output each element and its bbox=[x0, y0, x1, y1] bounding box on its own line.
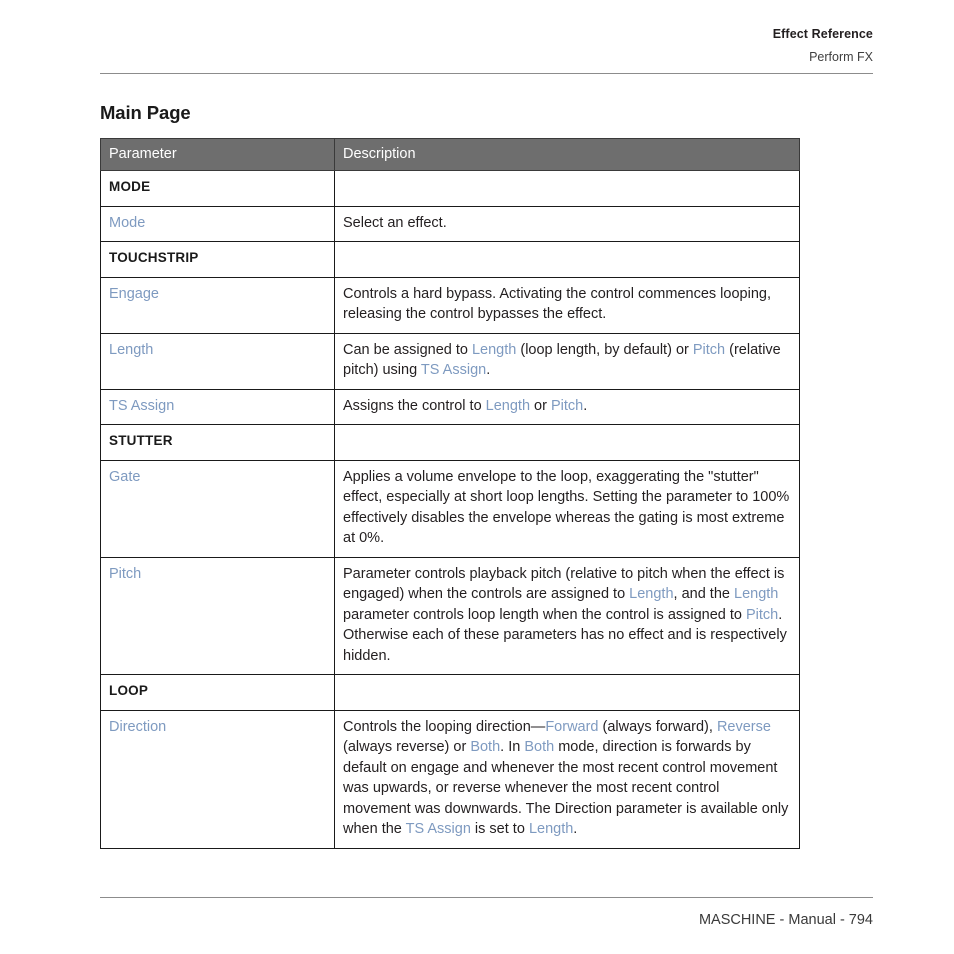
column-header-parameter: Parameter bbox=[100, 138, 335, 171]
parameter-name[interactable]: Pitch bbox=[100, 556, 335, 675]
parameter-name[interactable]: TS Assign bbox=[100, 388, 335, 425]
parameter-description: Applies a volume envelope to the loop, e… bbox=[334, 459, 800, 558]
cross-reference-link[interactable]: Length bbox=[529, 821, 573, 837]
cross-reference-link[interactable]: TS Assign bbox=[406, 821, 471, 837]
footer-text: MASCHINE - Manual - 794 bbox=[698, 912, 873, 928]
document-page: Effect Reference Perform FX Main Page Pa… bbox=[0, 0, 954, 954]
parameter-description bbox=[334, 424, 800, 461]
running-header: Effect Reference Perform FX bbox=[100, 26, 873, 65]
section-label: TOUCHSTRIP bbox=[100, 241, 335, 278]
footer-divider bbox=[100, 897, 873, 898]
parameter-description bbox=[334, 170, 800, 207]
parameter-description: Parameter controls playback pitch (relat… bbox=[334, 556, 800, 675]
cross-reference-link[interactable]: Both bbox=[524, 739, 554, 755]
table-row: Length Can be assigned to Length (loop le… bbox=[100, 332, 800, 390]
parameter-description bbox=[334, 674, 800, 711]
parameter-name[interactable]: Mode bbox=[100, 205, 335, 242]
cross-reference-link[interactable]: Length bbox=[734, 586, 778, 602]
header-divider bbox=[100, 73, 873, 74]
table-row: Mode Select an effect. bbox=[100, 205, 800, 242]
cross-reference-link[interactable]: Length bbox=[472, 342, 516, 358]
column-header-description: Description bbox=[334, 138, 800, 171]
parameter-table: Parameter Description MODE Mode Select an… bbox=[100, 138, 800, 849]
table-row: TS Assign Assigns the control to Length o… bbox=[100, 388, 800, 425]
table-body: MODE Mode Select an effect. TOUCHSTRIP Eng… bbox=[100, 170, 800, 849]
section-row: TOUCHSTRIP bbox=[100, 241, 800, 278]
table-header-row: Parameter Description bbox=[100, 138, 800, 171]
header-subtitle: Perform FX bbox=[809, 50, 873, 64]
cross-reference-link[interactable]: Pitch bbox=[551, 398, 583, 414]
header-title: Effect Reference bbox=[772, 27, 873, 41]
section-label: STUTTER bbox=[100, 424, 335, 461]
parameter-description: Select an effect. bbox=[334, 205, 800, 242]
section-row: STUTTER bbox=[100, 424, 800, 461]
table-row: Direction Controls the looping direction—… bbox=[100, 709, 800, 849]
cross-reference-link[interactable]: TS Assign bbox=[421, 362, 486, 378]
cross-reference-link[interactable]: Pitch bbox=[693, 342, 725, 358]
section-label: LOOP bbox=[100, 674, 335, 711]
page-title: Main Page bbox=[100, 102, 191, 123]
parameter-name[interactable]: Direction bbox=[100, 709, 335, 849]
section-label: MODE bbox=[100, 170, 335, 207]
parameter-description: Controls a hard bypass. Activating the c… bbox=[334, 276, 800, 334]
cross-reference-link[interactable]: Length bbox=[486, 398, 530, 414]
parameter-description: Can be assigned to Length (loop length, … bbox=[334, 332, 800, 390]
section-row: LOOP bbox=[100, 674, 800, 711]
cross-reference-link[interactable]: Reverse bbox=[717, 719, 771, 735]
cross-reference-link[interactable]: Length bbox=[629, 586, 673, 602]
table-row: Pitch Parameter controls playback pitch (… bbox=[100, 556, 800, 675]
table-row: Gate Applies a volume envelope to the loo… bbox=[100, 459, 800, 558]
cross-reference-link[interactable]: Forward bbox=[545, 719, 598, 735]
parameter-name[interactable]: Length bbox=[100, 332, 335, 390]
parameter-description: Controls the looping direction—Forward (… bbox=[334, 709, 800, 849]
cross-reference-link[interactable]: Both bbox=[470, 739, 500, 755]
table-row: Engage Controls a hard bypass. Activating… bbox=[100, 276, 800, 334]
cross-reference-link[interactable]: Pitch bbox=[746, 607, 778, 623]
section-row: MODE bbox=[100, 170, 800, 207]
parameter-name[interactable]: Gate bbox=[100, 459, 335, 558]
parameter-description: Assigns the control to Length or Pitch. bbox=[334, 388, 800, 425]
parameter-name[interactable]: Engage bbox=[100, 276, 335, 334]
parameter-description bbox=[334, 241, 800, 278]
